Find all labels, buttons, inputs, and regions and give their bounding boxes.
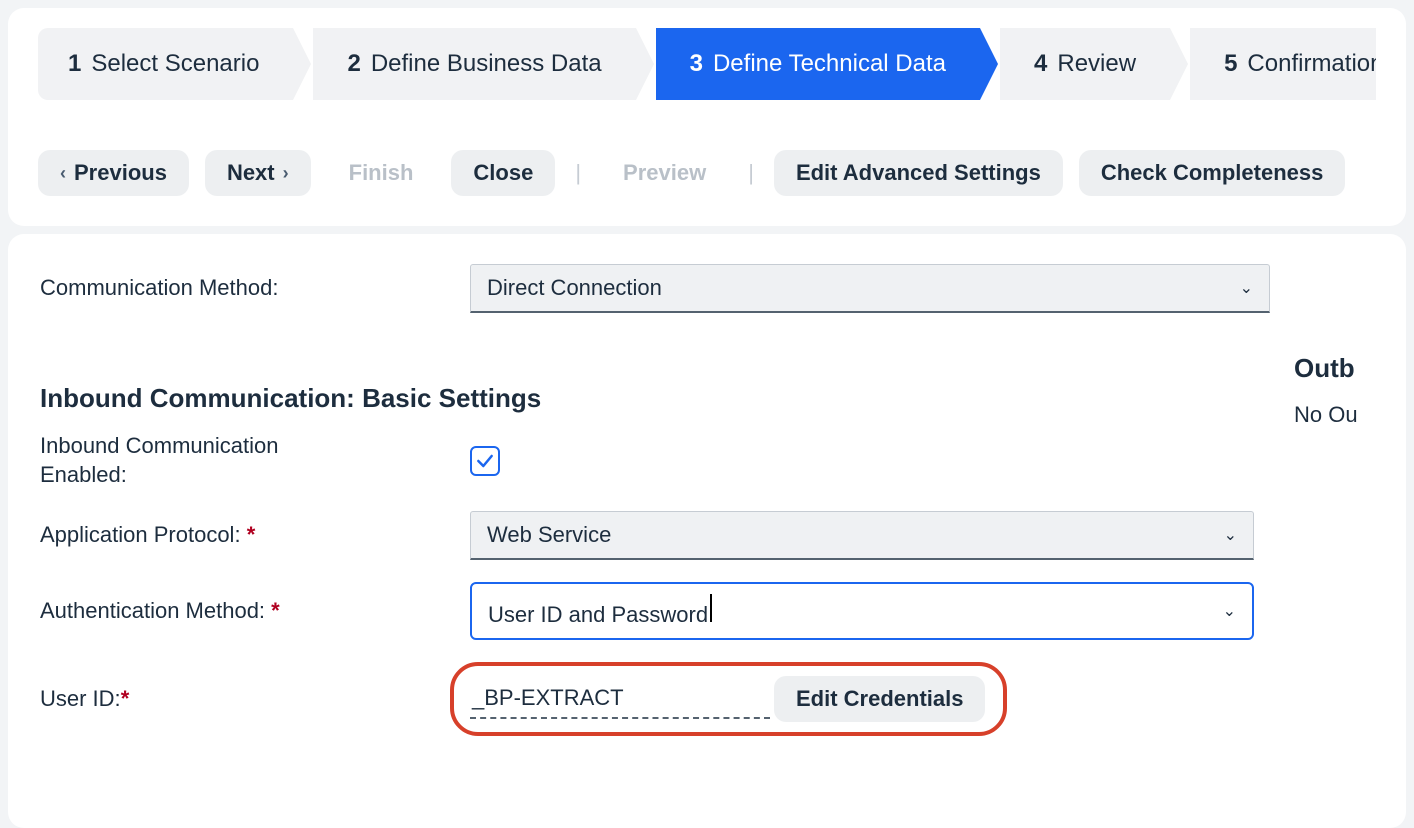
inbound-enabled-checkbox[interactable] [470, 446, 500, 476]
button-label: Edit Advanced Settings [796, 160, 1041, 186]
outbound-section-title: Outb [1294, 353, 1374, 384]
step-define-business-data[interactable]: 2 Define Business Data [313, 28, 635, 100]
step-label: Confirmation [1247, 50, 1376, 78]
edit-advanced-settings-button[interactable]: Edit Advanced Settings [774, 150, 1063, 196]
required-indicator: * [247, 522, 256, 547]
step-label: Define Business Data [371, 50, 602, 78]
step-number: 5 [1224, 50, 1237, 78]
preview-button: Preview [601, 150, 728, 196]
application-protocol-row: Application Protocol: * Web Service ⌄ [40, 511, 1254, 560]
edit-credentials-highlight: Edit Credentials [450, 662, 1007, 736]
required-indicator: * [271, 598, 280, 623]
authentication-method-label: Authentication Method: * [40, 597, 470, 626]
select-value: Web Service [487, 522, 611, 548]
user-id-row: User ID:* _BP-EXTRACT Edit Credentials [40, 662, 1254, 736]
communication-method-label: Communication Method: [40, 274, 470, 303]
label-text: Authentication Method: [40, 598, 265, 623]
step-number: 2 [347, 50, 360, 78]
button-label: Check Completeness [1101, 160, 1324, 186]
finish-button: Finish [327, 150, 436, 196]
step-confirmation[interactable]: 5 Confirmation [1190, 28, 1376, 100]
step-review[interactable]: 4 Review [1000, 28, 1170, 100]
check-icon [475, 451, 495, 471]
inbound-enabled-label: Inbound Communication Enabled: [40, 432, 360, 489]
wizard-steps: 1 Select Scenario 2 Define Business Data… [38, 28, 1376, 100]
previous-button[interactable]: ‹ Previous [38, 150, 189, 196]
toolbar-separator: | [571, 160, 585, 186]
outbound-text: No Ou [1294, 402, 1374, 428]
toolbar-separator: | [744, 160, 758, 186]
wizard-top-panel: 1 Select Scenario 2 Define Business Data… [8, 8, 1406, 226]
step-number: 4 [1034, 50, 1047, 78]
step-number: 1 [68, 50, 81, 78]
content-panel: Communication Method: Direct Connection … [8, 234, 1406, 828]
required-indicator: * [121, 686, 130, 711]
authentication-method-select[interactable]: User ID and Password ⌄ [470, 582, 1254, 640]
label-text: Application Protocol: [40, 522, 241, 547]
step-label: Review [1057, 50, 1136, 78]
authentication-method-row: Authentication Method: * User ID and Pas… [40, 582, 1254, 640]
chevron-left-icon: ‹ [60, 163, 66, 184]
next-button[interactable]: Next › [205, 150, 311, 196]
user-id-value-group: _BP-EXTRACT Edit Credentials [470, 662, 1007, 736]
chevron-down-icon: ⌄ [1240, 278, 1253, 298]
close-button[interactable]: Close [451, 150, 555, 196]
step-label: Define Technical Data [713, 50, 946, 78]
step-select-scenario[interactable]: 1 Select Scenario [38, 28, 293, 100]
check-completeness-button[interactable]: Check Completeness [1079, 150, 1346, 196]
inbound-enabled-row: Inbound Communication Enabled: [40, 432, 1254, 489]
step-label: Select Scenario [91, 50, 259, 78]
communication-method-row: Communication Method: Direct Connection … [40, 264, 1374, 313]
inbound-section-title: Inbound Communication: Basic Settings [40, 383, 1254, 414]
label-text: User ID: [40, 686, 121, 711]
button-label: Close [473, 160, 533, 186]
communication-method-select[interactable]: Direct Connection ⌄ [470, 264, 1270, 313]
chevron-right-icon: › [283, 163, 289, 184]
application-protocol-select[interactable]: Web Service ⌄ [470, 511, 1254, 560]
select-value: Direct Connection [487, 275, 662, 301]
user-id-label: User ID:* [40, 685, 470, 714]
chevron-down-icon: ⌄ [1224, 525, 1237, 545]
wizard-toolbar: ‹ Previous Next › Finish Close | Preview… [38, 150, 1376, 196]
edit-credentials-button[interactable]: Edit Credentials [774, 676, 985, 722]
application-protocol-label: Application Protocol: * [40, 521, 470, 550]
button-label: Finish [349, 160, 414, 186]
button-label: Next [227, 160, 275, 186]
button-label: Preview [623, 160, 706, 186]
button-label: Previous [74, 160, 167, 186]
select-value: User ID and Password [488, 594, 712, 628]
outbound-column: Outb No Ou [1294, 353, 1374, 758]
step-number: 3 [690, 50, 703, 78]
button-label: Edit Credentials [796, 686, 963, 712]
step-define-technical-data[interactable]: 3 Define Technical Data [656, 28, 980, 100]
chevron-down-icon: ⌄ [1223, 601, 1236, 621]
